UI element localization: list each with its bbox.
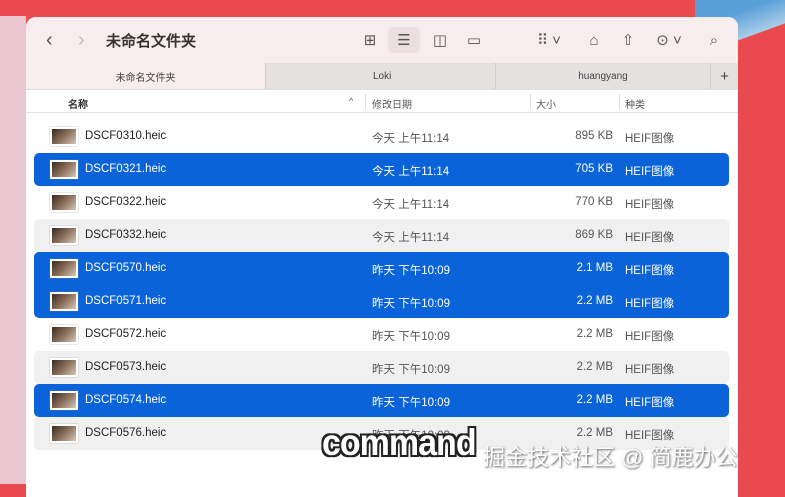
- new-tab-button[interactable]: +: [711, 63, 738, 89]
- group-by-icon[interactable]: ⠿ ˅: [531, 27, 567, 53]
- file-row[interactable]: DSCF0573.heic 昨天 下午10:09 2.2 MB HEIF图像: [34, 351, 729, 384]
- forward-button[interactable]: ›: [78, 29, 85, 52]
- file-size: 770 KB: [575, 196, 613, 208]
- image-thumbnail: [50, 292, 78, 311]
- file-name: DSCF0570.heic: [85, 262, 167, 274]
- tab-bar: 未命名文件夹 Loki huangyang +: [26, 63, 738, 90]
- column-size[interactable]: 大小: [536, 96, 556, 111]
- file-row[interactable]: DSCF0310.heic 今天 上午11:14 895 KB HEIF图像: [34, 120, 729, 153]
- column-header: 名称 ^ 修改日期 大小 种类: [26, 90, 738, 113]
- file-name: DSCF0571.heic: [85, 295, 167, 307]
- column-view-icon[interactable]: ◫: [428, 27, 452, 53]
- tab-untitled-folder[interactable]: 未命名文件夹: [26, 63, 266, 89]
- tag-icon[interactable]: ⌂: [582, 27, 606, 53]
- file-name: DSCF0572.heic: [85, 328, 167, 340]
- icon-view-icon[interactable]: ⊞: [360, 27, 380, 53]
- tab-loki[interactable]: Loki: [266, 63, 496, 89]
- file-row[interactable]: DSCF0570.heic 昨天 下午10:09 2.1 MB HEIF图像: [34, 252, 729, 285]
- file-date: 今天 上午11:14: [372, 232, 450, 244]
- file-date: 昨天 下午10:09: [372, 364, 450, 376]
- file-row[interactable]: DSCF0322.heic 今天 上午11:14 770 KB HEIF图像: [34, 186, 729, 219]
- file-kind: HEIF图像: [625, 298, 675, 310]
- column-name[interactable]: 名称: [68, 96, 88, 111]
- desktop-background: [0, 16, 26, 484]
- search-icon[interactable]: ⌕: [702, 27, 726, 53]
- gallery-view-icon[interactable]: ▭: [462, 27, 486, 53]
- file-size: 2.2 MB: [576, 295, 613, 307]
- file-size: 2.2 MB: [576, 427, 613, 439]
- file-row[interactable]: DSCF0572.heic 昨天 下午10:09 2.2 MB HEIF图像: [34, 318, 729, 351]
- keystroke-caption: command: [322, 422, 477, 464]
- file-size: 2.2 MB: [576, 328, 613, 340]
- file-size: 2.2 MB: [576, 361, 613, 373]
- file-name: DSCF0576.heic: [85, 427, 167, 439]
- image-thumbnail: [50, 424, 78, 443]
- column-kind[interactable]: 种类: [625, 96, 645, 111]
- file-row[interactable]: DSCF0574.heic 昨天 下午10:09 2.2 MB HEIF图像: [34, 384, 729, 417]
- file-kind: HEIF图像: [625, 199, 675, 211]
- image-thumbnail: [50, 358, 78, 377]
- share-icon[interactable]: ⇧: [616, 27, 640, 53]
- image-thumbnail: [50, 160, 78, 179]
- file-kind: HEIF图像: [625, 397, 675, 409]
- more-actions-icon[interactable]: ⊙ ˅: [651, 27, 687, 53]
- file-kind: HEIF图像: [625, 232, 675, 244]
- toolbar: ‹ › 未命名文件夹 ⊞ ☰ ◫ ▭ ⠿ ˅ ⌂ ⇧ ⊙ ˅ ⌕: [26, 17, 738, 63]
- file-date: 昨天 下午10:09: [372, 331, 450, 343]
- file-name: DSCF0310.heic: [85, 130, 167, 142]
- file-size: 869 KB: [575, 229, 613, 241]
- file-date: 昨天 下午10:09: [372, 298, 450, 310]
- back-button[interactable]: ‹: [46, 29, 53, 52]
- image-thumbnail: [50, 193, 78, 212]
- file-date: 今天 上午11:14: [372, 166, 450, 178]
- column-date[interactable]: 修改日期: [372, 96, 412, 111]
- file-date: 昨天 下午10:09: [372, 397, 450, 409]
- window-title: 未命名文件夹: [106, 33, 197, 50]
- file-name: DSCF0322.heic: [85, 196, 167, 208]
- image-thumbnail: [50, 127, 78, 146]
- file-row[interactable]: DSCF0321.heic 今天 上午11:14 705 KB HEIF图像: [34, 153, 729, 186]
- image-thumbnail: [50, 325, 78, 344]
- list-view-icon[interactable]: ☰: [388, 27, 420, 53]
- watermark: 掘金技术社区 @ 简鹿办公: [483, 445, 738, 470]
- file-list: DSCF0310.heic 今天 上午11:14 895 KB HEIF图像 D…: [34, 120, 729, 450]
- file-size: 705 KB: [575, 163, 613, 175]
- file-kind: HEIF图像: [625, 331, 675, 343]
- file-date: 今天 上午11:14: [372, 133, 450, 145]
- file-row[interactable]: DSCF0332.heic 今天 上午11:14 869 KB HEIF图像: [34, 219, 729, 252]
- file-name: DSCF0321.heic: [85, 163, 167, 175]
- tab-huangyang[interactable]: huangyang: [496, 63, 711, 89]
- file-name: DSCF0332.heic: [85, 229, 167, 241]
- file-name: DSCF0574.heic: [85, 394, 167, 406]
- file-kind: HEIF图像: [625, 166, 675, 178]
- file-kind: HEIF图像: [625, 265, 675, 277]
- file-date: 今天 上午11:14: [372, 199, 450, 211]
- file-name: DSCF0573.heic: [85, 361, 167, 373]
- file-size: 2.2 MB: [576, 394, 613, 406]
- image-thumbnail: [50, 226, 78, 245]
- file-kind: HEIF图像: [625, 133, 675, 145]
- sort-ascending-icon: ^: [349, 96, 354, 106]
- image-thumbnail: [50, 391, 78, 410]
- file-date: 昨天 下午10:09: [372, 265, 450, 277]
- file-row[interactable]: DSCF0571.heic 昨天 下午10:09 2.2 MB HEIF图像: [34, 285, 729, 318]
- file-kind: HEIF图像: [625, 364, 675, 376]
- image-thumbnail: [50, 259, 78, 278]
- file-size: 895 KB: [575, 130, 613, 142]
- file-size: 2.1 MB: [576, 262, 613, 274]
